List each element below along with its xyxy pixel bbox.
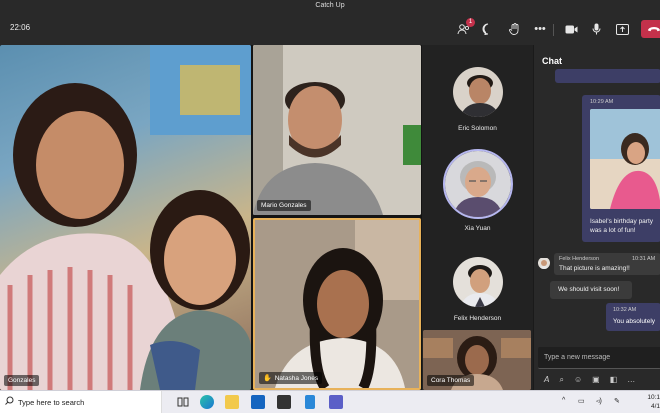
- chat-panel: Chat 10:29 AM Isabel's birthday party wa…: [533, 45, 660, 390]
- video-tile-mario[interactable]: Mario Gonzales: [253, 45, 421, 215]
- file-explorer-icon[interactable]: [225, 395, 239, 409]
- message-time: 10:31 AM: [632, 256, 656, 262]
- chat-message[interactable]: 10:29 AM Isabel's birthday party was a l…: [582, 95, 660, 242]
- chat-message-image-top: [555, 69, 660, 83]
- participant-name: Cora Thomas: [431, 377, 471, 384]
- raise-hand-icon[interactable]: [506, 21, 522, 37]
- participant-name: Mario Gonzales: [261, 202, 307, 209]
- chat-message[interactable]: 10:32 AM You absolutely: [606, 303, 660, 331]
- gif-icon[interactable]: ▣: [592, 375, 600, 385]
- message-photo[interactable]: [590, 109, 660, 209]
- chat-title: Chat: [542, 56, 562, 66]
- format-icon[interactable]: 𝘈: [544, 375, 549, 385]
- task-view-icon[interactable]: [176, 395, 190, 409]
- search-placeholder: Type here to search: [18, 398, 85, 407]
- meeting-timer: 22:06: [10, 23, 31, 32]
- volume-icon[interactable]: ◃): [596, 397, 602, 405]
- participant-name-tag: ✋ Natasha Jones: [259, 372, 323, 384]
- sticker-icon[interactable]: ◧: [610, 375, 618, 385]
- chat-message[interactable]: Felix Henderson 10:31 AM That picture is…: [554, 253, 660, 275]
- meeting-toolbar: 22:06 1 •••: [0, 12, 660, 45]
- window-title: Catch Up: [0, 0, 660, 12]
- taskbar: Type here to search ^ ▭ ◃) ✎ 10:1 4/1: [0, 390, 660, 413]
- avatar: [538, 257, 550, 269]
- participant-name-tag: Cora Thomas: [427, 375, 475, 386]
- message-text: That picture is amazing!!: [559, 265, 630, 272]
- phone-icon[interactable]: [305, 395, 315, 409]
- pen-icon[interactable]: ✎: [614, 397, 620, 405]
- share-icon[interactable]: [614, 21, 630, 37]
- edge-icon[interactable]: [200, 395, 214, 409]
- chat-message[interactable]: We should visit soon!: [550, 281, 632, 299]
- search-icon: [5, 396, 14, 407]
- participant-name-tag: Mario Gonzales: [257, 200, 311, 211]
- avatar: [451, 255, 505, 309]
- participant-video: [0, 45, 251, 390]
- video-tile-gonzales[interactable]: Gonzales: [0, 45, 251, 390]
- taskbar-clock[interactable]: 10:1 4/1: [630, 393, 660, 411]
- more-icon[interactable]: •••: [532, 21, 548, 37]
- message-time: 10:32 AM: [613, 307, 637, 313]
- participant-name: Eric Solomon: [458, 125, 497, 132]
- taskbar-search[interactable]: Type here to search: [0, 391, 162, 413]
- participant-felix[interactable]: Felix Henderson: [422, 255, 533, 322]
- participant-eric[interactable]: Eric Solomon: [422, 65, 533, 132]
- participants-badge: 1: [466, 18, 475, 27]
- message-time: 10:29 AM: [590, 99, 614, 105]
- mic-icon[interactable]: [588, 21, 604, 37]
- participant-xia[interactable]: Xia Yuan: [422, 149, 533, 232]
- video-tile-cora[interactable]: Cora Thomas: [423, 330, 531, 390]
- avatar: [451, 65, 505, 119]
- chat-compose-tools: 𝘈 ⌕ ☺ ▣ ◧ …: [544, 375, 635, 385]
- participant-name: Gonzales: [8, 377, 36, 384]
- toolbar-divider: [553, 24, 554, 36]
- message-text: Isabel's birthday party was a lot of fun…: [590, 218, 654, 234]
- video-stage: Gonzales Mario Gonzales ✋ Natasha Jones …: [0, 45, 533, 390]
- participant-name: Xia Yuan: [464, 225, 491, 232]
- message-text: You absolutely: [613, 318, 656, 325]
- participant-name: Natasha Jones: [274, 374, 319, 382]
- chat-message-input[interactable]: Type a new message: [538, 347, 660, 369]
- participant-video: [255, 220, 419, 388]
- video-tile-natasha[interactable]: ✋ Natasha Jones: [253, 218, 421, 390]
- attach-icon[interactable]: ⌕: [559, 375, 563, 385]
- participant-name: Felix Henderson: [453, 315, 502, 322]
- raised-hand-icon: ✋: [263, 375, 272, 382]
- leave-icon[interactable]: [641, 20, 660, 38]
- chat-icon[interactable]: [480, 21, 496, 37]
- emoji-icon[interactable]: ☺: [574, 375, 582, 385]
- clock-time: 10:1: [647, 394, 660, 401]
- participant-gallery: Eric Solomon Xia Yuan Felix Henderson Co…: [422, 45, 533, 390]
- participant-video: [253, 45, 421, 215]
- mail-icon[interactable]: [251, 395, 265, 409]
- more-options-icon[interactable]: …: [627, 375, 635, 385]
- clock-date: 4/1: [650, 403, 660, 410]
- message-text: We should visit soon!: [558, 286, 620, 293]
- teams-icon[interactable]: [329, 395, 343, 409]
- camera-icon[interactable]: [563, 21, 579, 37]
- people-icon[interactable]: 1: [455, 18, 475, 37]
- avatar: [442, 149, 513, 219]
- chevron-up-icon[interactable]: ^: [562, 397, 565, 404]
- message-author: Felix Henderson: [559, 256, 600, 262]
- participant-name-tag: Gonzales: [4, 375, 40, 386]
- battery-icon[interactable]: ▭: [578, 397, 585, 405]
- store-icon[interactable]: [277, 395, 291, 409]
